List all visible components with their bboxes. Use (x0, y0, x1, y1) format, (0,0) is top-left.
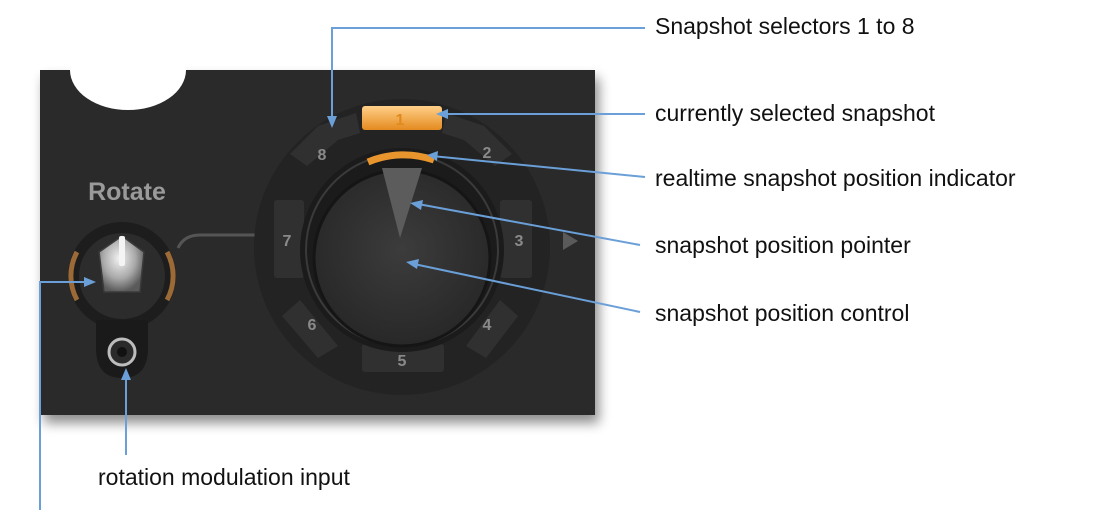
selector-number-3: 3 (515, 233, 524, 250)
callout-position-pointer: snapshot position pointer (655, 232, 911, 258)
rotate-label: Rotate (88, 178, 166, 206)
annotated-diagram: Rotate 1 2 3 4 5 6 7 8 Snapshot selector… (0, 0, 1116, 519)
diagram-canvas: Rotate 1 2 3 4 5 6 7 8 (39, 27, 646, 510)
selector-number-8: 8 (318, 147, 327, 164)
selector-number-4: 4 (483, 317, 492, 334)
panel-cutout (70, 30, 186, 110)
selector-number-2: 2 (483, 145, 492, 162)
rotate-knob[interactable] (68, 222, 176, 330)
callout-position-indicator: realtime snapshot position indicator (655, 165, 1016, 191)
selector-number-6: 6 (308, 317, 317, 334)
selector-number-1: 1 (396, 112, 405, 129)
callout-selected-snapshot: currently selected snapshot (655, 100, 935, 126)
selector-number-5: 5 (398, 353, 407, 370)
modulation-input-jack[interactable] (96, 320, 148, 378)
callout-position-control: snapshot position control (655, 300, 910, 326)
callout-modulation-input: rotation modulation input (98, 464, 350, 490)
selector-number-7: 7 (283, 233, 292, 250)
callout-snapshot-selectors: Snapshot selectors 1 to 8 (655, 13, 915, 39)
